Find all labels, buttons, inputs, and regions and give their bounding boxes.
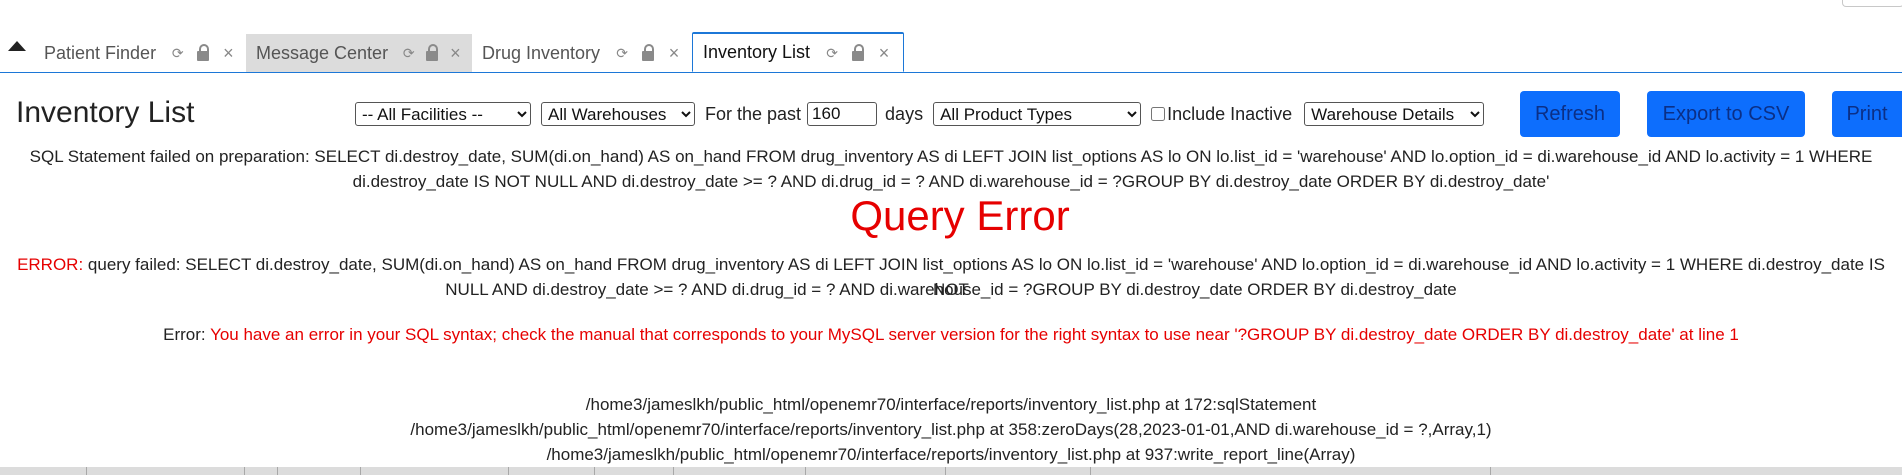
sql-failed-line-2: di.destroy_date IS NOT NULL AND di.destr…: [352, 172, 1550, 191]
tab-label: Message Center: [256, 42, 389, 63]
lock-icon[interactable]: [850, 43, 866, 61]
days-input[interactable]: [807, 102, 878, 126]
facility-select[interactable]: -- All Facilities --: [355, 102, 531, 126]
error-label: ERROR:: [17, 255, 84, 274]
trace-line-3: /home3/jameslkh/public_html/openemr70/in…: [546, 445, 1356, 464]
export-csv-button[interactable]: Export to CSV: [1647, 91, 1805, 137]
tab-label: Drug Inventory: [482, 42, 601, 63]
for-the-past-label: For the past: [705, 103, 802, 124]
refresh-button[interactable]: Refresh: [1520, 91, 1620, 137]
query-error-title: Query Error: [850, 192, 1070, 239]
mysql-error-text: You have an error in your SQL syntax; ch…: [210, 325, 1739, 344]
close-icon[interactable]: ×: [876, 44, 892, 62]
refresh-icon[interactable]: ⟳: [614, 45, 630, 61]
product-type-select[interactable]: All Product Types: [933, 102, 1142, 126]
mysql-error-line: Error: You have an error in your SQL syn…: [0, 322, 1902, 347]
tab-label: Inventory List: [703, 42, 811, 62]
tab-inventory-list[interactable]: Inventory List ⟳ ×: [692, 32, 904, 72]
report-table-header-edge: [0, 467, 1902, 475]
trace-line-2: /home3/jameslkh/public_html/openemr70/in…: [410, 420, 1492, 439]
warehouse-select[interactable]: All Warehouses: [541, 102, 695, 126]
print-button[interactable]: Print: [1832, 91, 1902, 137]
sql-failed-line-1: SQL Statement failed on preparation: SEL…: [29, 147, 1873, 166]
tab-label: Patient Finder: [44, 42, 157, 63]
close-icon[interactable]: ×: [666, 44, 682, 62]
lock-icon[interactable]: [195, 44, 210, 61]
page-title: Inventory List: [16, 96, 195, 129]
refresh-icon[interactable]: ⟳: [824, 45, 840, 61]
tab-message-center[interactable]: Message Center ⟳ ×: [246, 34, 472, 72]
collapse-up-icon[interactable]: [8, 41, 26, 51]
include-inactive-label: Include Inactive: [1167, 103, 1293, 124]
window-corner-box: [1842, 0, 1902, 7]
lock-icon[interactable]: [640, 44, 656, 61]
mysql-error-label: Error:: [163, 325, 206, 344]
lock-icon[interactable]: [425, 44, 439, 61]
trace-line-1: /home3/jameslkh/public_html/openemr70/in…: [585, 395, 1317, 414]
tab-bar: Patient Finder ⟳ × Message Center ⟳ × Dr…: [0, 32, 1902, 73]
include-inactive-checkbox[interactable]: [1151, 107, 1166, 121]
details-select[interactable]: Warehouse Details: [1304, 102, 1485, 126]
days-label: days: [885, 103, 924, 124]
refresh-icon[interactable]: ⟳: [402, 45, 415, 61]
refresh-icon[interactable]: ⟳: [170, 45, 185, 61]
close-icon[interactable]: ×: [221, 44, 236, 62]
error-line-2: NULL AND di.destroy_date >= ? AND di.dru…: [445, 280, 1457, 299]
tab-drug-inventory[interactable]: Drug Inventory ⟳ ×: [472, 34, 692, 72]
close-icon[interactable]: ×: [449, 44, 462, 62]
tab-patient-finder[interactable]: Patient Finder ⟳ ×: [34, 34, 246, 72]
filter-controls: -- All Facilities -- All Warehouses For …: [355, 101, 1485, 127]
